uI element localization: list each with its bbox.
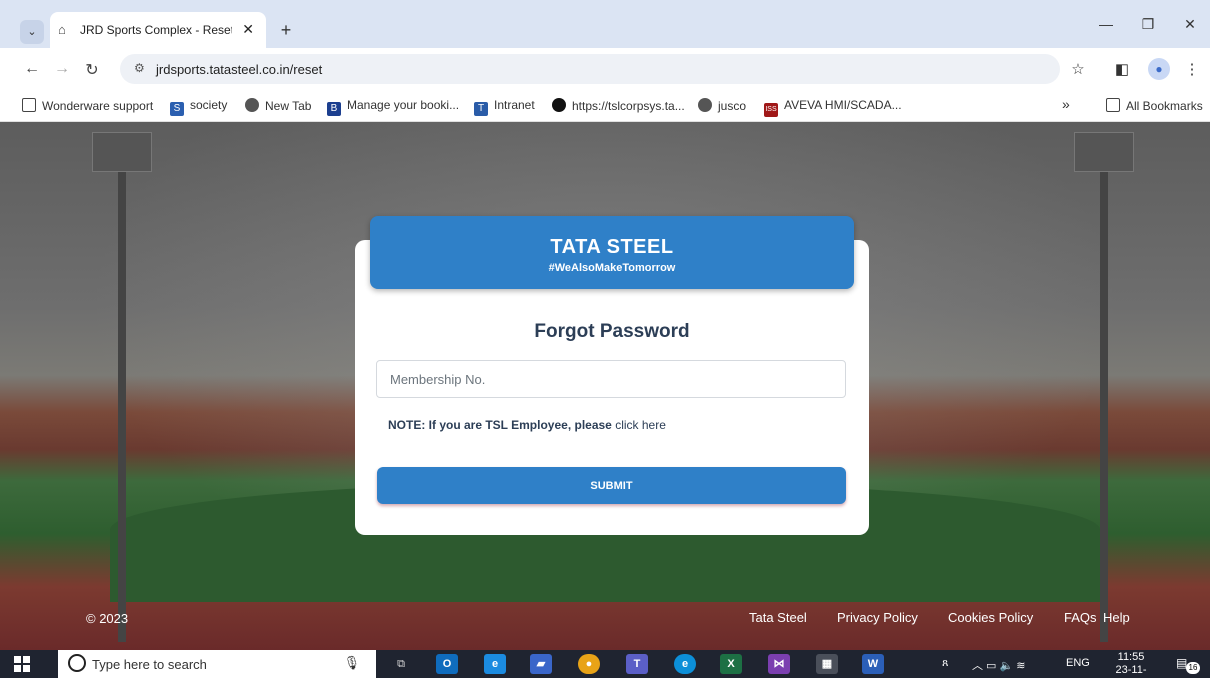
- taskbar-clock[interactable]: 11:55 23-11-2023: [1106, 651, 1156, 678]
- taskbar-search-placeholder: Type here to search: [92, 657, 207, 672]
- globe-icon: [245, 98, 259, 112]
- page-title: Forgot Password: [534, 321, 690, 342]
- visual-studio-icon[interactable]: ⋈: [768, 654, 790, 674]
- url-text[interactable]: jrdsports.tatasteel.co.in/reset: [156, 62, 322, 77]
- windows-taskbar: Type here to search 🎙 ⧉ O e ▰ ● T e X ⋈ …: [0, 650, 1210, 678]
- tata-steel-logo-banner: TATA STEEL #WeAlsoMakeTomorrow: [370, 216, 854, 289]
- internet-explorer-icon[interactable]: e: [484, 654, 506, 674]
- bookmark-society[interactable]: Ssociety: [170, 98, 227, 116]
- system-tray-icons[interactable]: ︿ ▭ 🔈 ≋: [972, 657, 1025, 673]
- bookmark-new-tab[interactable]: New Tab: [245, 98, 311, 113]
- profile-avatar-icon[interactable]: ●: [1148, 58, 1170, 80]
- people-icon[interactable]: ጸ: [942, 657, 948, 670]
- restore-icon[interactable]: ❐: [1128, 16, 1168, 33]
- employee-note: NOTE: If you are TSL Employee, please cl…: [388, 418, 666, 432]
- bookmarks-overflow-button[interactable]: »: [1062, 96, 1070, 112]
- calculator-icon[interactable]: ▦: [816, 654, 838, 674]
- bookmark-manage-booking[interactable]: B Manage your booki...: [327, 98, 459, 116]
- booking-icon: B: [327, 102, 341, 116]
- tab-title: JRD Sports Complex - Reset Pass: [80, 23, 232, 37]
- iss-icon: ISS: [764, 103, 778, 117]
- back-arrow-icon[interactable]: ←: [20, 60, 44, 78]
- address-bar[interactable]: ⚙ jrdsports.tatasteel.co.in/reset: [120, 54, 1060, 84]
- site-info-icon[interactable]: ⚙: [134, 61, 145, 75]
- browser-toolbar: ← → ↻ ⚙ jrdsports.tatasteel.co.in/reset …: [0, 48, 1210, 90]
- windows-start-icon[interactable]: [14, 656, 30, 672]
- folder-icon: [22, 98, 36, 112]
- excel-icon[interactable]: X: [720, 654, 742, 674]
- task-view-icon[interactable]: ⧉: [390, 654, 412, 674]
- brand-name: TATA STEEL: [550, 236, 674, 258]
- teams-icon[interactable]: T: [626, 654, 648, 674]
- copyright-text: © 2023: [86, 611, 129, 626]
- tab-close-icon[interactable]: ✕: [242, 21, 254, 38]
- floodlight-right-icon: [1074, 132, 1134, 172]
- new-tab-button[interactable]: +: [274, 19, 298, 43]
- reload-icon[interactable]: ↻: [80, 60, 104, 80]
- bookmark-jusco[interactable]: jusco: [698, 98, 746, 113]
- floodlight-left-icon: [92, 132, 152, 172]
- floodlight-pole-right: [1100, 162, 1108, 642]
- society-icon: S: [170, 102, 184, 116]
- minimize-icon[interactable]: —: [1086, 16, 1126, 32]
- bookmarks-bar: Wonderware support Ssociety New Tab B Man…: [0, 90, 1210, 122]
- folder-icon: [1106, 98, 1120, 112]
- github-icon: [552, 98, 566, 112]
- window-close-icon[interactable]: ✕: [1170, 16, 1210, 33]
- footer-link-faqs[interactable]: FAQs: [1064, 610, 1097, 625]
- notification-count-badge: 16: [1186, 662, 1200, 674]
- bookmark-star-icon[interactable]: ☆: [1066, 60, 1090, 78]
- site-favicon-icon: ⌂: [58, 22, 66, 37]
- footer-link-tata-steel[interactable]: Tata Steel: [749, 610, 807, 625]
- forward-arrow-icon[interactable]: →: [50, 60, 74, 78]
- menu-kebab-icon[interactable]: ⋮: [1180, 60, 1204, 78]
- side-panel-icon[interactable]: ◧: [1110, 60, 1134, 78]
- browser-tab[interactable]: ⌂ JRD Sports Complex - Reset Pass ✕: [50, 12, 266, 48]
- footer-link-cookies-policy[interactable]: Cookies Policy: [948, 610, 1033, 625]
- edge-icon[interactable]: e: [674, 654, 696, 674]
- bookmark-wonderware-support[interactable]: Wonderware support: [22, 98, 153, 113]
- membership-number-input[interactable]: [376, 360, 846, 398]
- app-icon[interactable]: ▰: [530, 654, 552, 674]
- clock-time: 11:55: [1117, 651, 1145, 663]
- taskbar-search-box[interactable]: Type here to search 🎙: [58, 650, 376, 678]
- browser-tab-strip: ⌄ ⌂ JRD Sports Complex - Reset Pass ✕ + …: [0, 0, 1210, 48]
- bookmark-aveva[interactable]: ISS AVEVA HMI/SCADA...: [764, 98, 902, 117]
- tata-icon: T: [474, 102, 488, 116]
- employee-click-here-link[interactable]: click here: [615, 418, 666, 432]
- submit-button[interactable]: SUBMIT: [377, 467, 846, 504]
- tab-search-button[interactable]: ⌄: [20, 20, 44, 44]
- globe-icon: [698, 98, 712, 112]
- word-icon[interactable]: W: [862, 654, 884, 674]
- language-indicator[interactable]: ENG: [1066, 657, 1090, 669]
- clock-date: 23-11-2023: [1115, 664, 1147, 678]
- brand-tagline: #WeAlsoMakeTomorrow: [548, 262, 676, 274]
- footer-link-help[interactable]: Help: [1103, 610, 1130, 625]
- bookmark-tslcorpsys[interactable]: https://tslcorpsys.ta...: [552, 98, 685, 113]
- note-text: NOTE: If you are TSL Employee, please: [388, 418, 612, 432]
- all-bookmarks-button[interactable]: All Bookmarks: [1106, 98, 1203, 113]
- footer-link-privacy-policy[interactable]: Privacy Policy: [837, 610, 918, 625]
- floodlight-pole-left: [118, 162, 126, 642]
- microphone-icon[interactable]: 🎙: [343, 655, 360, 671]
- outlook-icon[interactable]: O: [436, 654, 458, 674]
- cortana-icon: [68, 654, 86, 672]
- chrome-icon[interactable]: ●: [578, 654, 600, 674]
- bookmark-intranet[interactable]: T Intranet: [474, 98, 535, 116]
